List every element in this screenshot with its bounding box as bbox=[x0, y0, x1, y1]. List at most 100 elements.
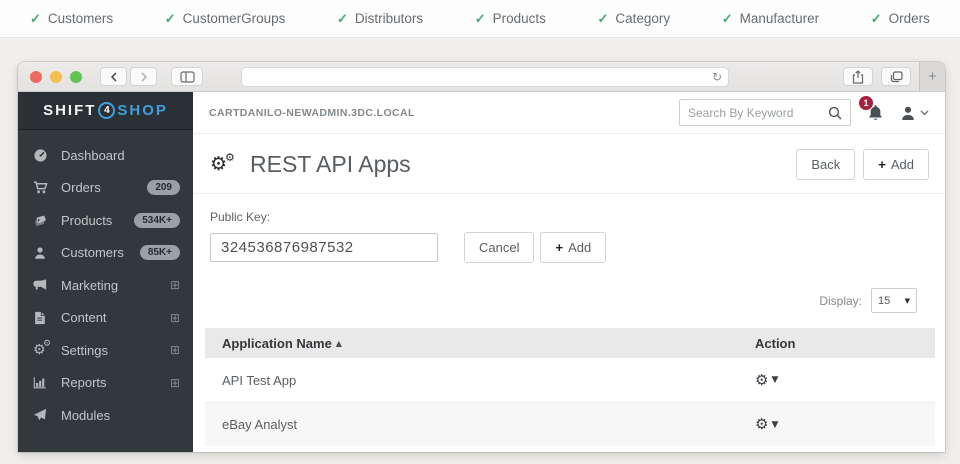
sidebar-toggle-icon bbox=[180, 71, 195, 83]
display-count-select[interactable]: 15 ▼ bbox=[871, 288, 917, 313]
logo-word-shift: SHIFT bbox=[43, 102, 96, 119]
table-row: API Test App ⚙ ▼ bbox=[205, 358, 935, 402]
minimize-button[interactable] bbox=[50, 71, 62, 83]
sidebar-item-content[interactable]: Content ⊞ bbox=[18, 302, 193, 335]
form-add-button[interactable]: +Add bbox=[540, 232, 606, 263]
sidebar-item-settings[interactable]: ⚙ ⚙ Settings ⊞ bbox=[18, 334, 193, 367]
app-name-cell: eBay Analyst bbox=[222, 417, 755, 432]
check-icon: ✓ bbox=[722, 11, 733, 27]
reload-icon[interactable]: ↻ bbox=[712, 71, 722, 83]
setup-item-manufacturer: ✓ Manufacturer bbox=[722, 11, 819, 27]
chevron-left-icon bbox=[110, 72, 118, 82]
zoom-button[interactable] bbox=[70, 71, 82, 83]
setup-item-label: CustomerGroups bbox=[183, 11, 286, 26]
column-application-name[interactable]: Application Name ▲ bbox=[222, 336, 755, 351]
sidebar-item-label: Marketing bbox=[61, 278, 170, 293]
store-domain: CARTDANILO-NEWADMIN.3DC.LOCAL bbox=[209, 107, 415, 119]
sidebar-item-label: Dashboard bbox=[61, 148, 180, 163]
gear-icon: ⚙ bbox=[755, 373, 768, 388]
setup-item-orders: ✓Orders bbox=[871, 11, 930, 27]
sidebar-item-orders[interactable]: Orders 209 bbox=[18, 172, 193, 205]
share-icon bbox=[852, 70, 864, 84]
expand-icon[interactable]: ⊞ bbox=[170, 377, 180, 389]
tags-icon bbox=[33, 213, 51, 228]
column-action: Action bbox=[755, 336, 935, 351]
expand-icon[interactable]: ⊞ bbox=[170, 279, 180, 291]
gear-icon: ⚙ bbox=[225, 152, 235, 163]
sidebar-item-label: Settings bbox=[61, 343, 170, 358]
close-button[interactable] bbox=[30, 71, 42, 83]
shift4shop-logo[interactable]: SHIFT 4 SHOP bbox=[18, 92, 193, 130]
sidebar-item-customers[interactable]: Customers 85K+ bbox=[18, 237, 193, 270]
check-icon: ✓ bbox=[597, 11, 608, 27]
admin-top-bar: CARTDANILO-NEWADMIN.3DC.LOCAL 1 bbox=[193, 92, 945, 134]
forward-nav-button[interactable] bbox=[130, 67, 157, 86]
keyword-search bbox=[679, 99, 851, 126]
person-icon bbox=[33, 246, 51, 260]
sidebar: SHIFT 4 SHOP Dashboard Orders 209 bbox=[18, 92, 193, 452]
sidebar-menu: Dashboard Orders 209 Products 534K+ bbox=[18, 130, 193, 432]
sidebar-item-reports[interactable]: Reports ⊞ bbox=[18, 367, 193, 400]
notifications-button[interactable]: 1 bbox=[867, 104, 884, 122]
browser-chrome: ↻ + bbox=[18, 62, 945, 92]
setup-item-label: Orders bbox=[889, 11, 930, 26]
rocket-icon bbox=[33, 408, 51, 422]
search-input[interactable] bbox=[688, 106, 828, 120]
user-icon bbox=[900, 105, 916, 121]
setup-item-distributors: ✓ Distributors bbox=[337, 11, 423, 27]
share-button[interactable] bbox=[843, 67, 873, 86]
setup-item-category: ✓Category bbox=[597, 11, 670, 27]
search-icon[interactable] bbox=[828, 106, 842, 120]
chrome-right-buttons bbox=[843, 67, 911, 86]
plus-icon: + bbox=[928, 68, 937, 85]
logo-word-shop: SHOP bbox=[117, 102, 168, 119]
check-icon: ✓ bbox=[337, 11, 348, 27]
setup-item-customers: ✓ Customers bbox=[30, 11, 113, 27]
tabs-overview-button[interactable] bbox=[881, 67, 911, 86]
check-icon: ✓ bbox=[30, 11, 41, 27]
account-menu-button[interactable] bbox=[900, 105, 929, 121]
sort-asc-icon: ▲ bbox=[336, 339, 342, 348]
logo-badge-4: 4 bbox=[98, 102, 115, 119]
gear-icon: ⚙ bbox=[755, 417, 768, 432]
setup-item-products: ✓Products bbox=[475, 11, 546, 27]
plus-icon: + bbox=[878, 157, 886, 172]
dashboard-icon bbox=[33, 148, 51, 163]
sidebar-item-label: Products bbox=[61, 213, 134, 228]
public-key-section: Public Key: Cancel +Add bbox=[193, 194, 945, 263]
setup-item-label: Distributors bbox=[355, 11, 423, 26]
orders-count-badge: 209 bbox=[147, 180, 180, 195]
sidebar-item-marketing[interactable]: Marketing ⊞ bbox=[18, 269, 193, 302]
chevron-down-icon bbox=[920, 110, 929, 116]
expand-icon[interactable]: ⊞ bbox=[170, 312, 180, 324]
page-title: REST API Apps bbox=[250, 151, 796, 178]
sidebar-item-modules[interactable]: Modules bbox=[18, 399, 193, 432]
back-button[interactable]: Back bbox=[796, 149, 855, 180]
address-bar[interactable]: ↻ bbox=[241, 67, 729, 87]
row-action-menu-button[interactable]: ⚙ ▼ bbox=[755, 417, 935, 432]
display-label: Display: bbox=[819, 294, 862, 308]
public-key-label: Public Key: bbox=[210, 210, 929, 224]
setup-item-customergroups: ✓CustomerGroups bbox=[165, 11, 286, 27]
browser-window: ↻ + SHIFT 4 SHOP bbox=[18, 62, 945, 452]
sidebar-item-label: Orders bbox=[61, 180, 147, 195]
new-tab-button[interactable]: + bbox=[919, 62, 945, 91]
table-header: Application Name ▲ Action bbox=[205, 328, 935, 358]
sidebar-toggle-button[interactable] bbox=[171, 67, 203, 86]
setup-item-label: Manufacturer bbox=[740, 11, 820, 26]
header-add-button[interactable]: +Add bbox=[863, 149, 929, 180]
setup-progress-bar: ✓Customers ✓CustomerGroups ✓Distributors… bbox=[0, 0, 960, 38]
setup-item-label: Customers bbox=[48, 11, 113, 26]
row-action-menu-button[interactable]: ⚙ ▼ bbox=[755, 373, 935, 388]
cart-icon bbox=[33, 180, 51, 195]
sidebar-item-dashboard[interactable]: Dashboard bbox=[18, 139, 193, 172]
main-content: CARTDANILO-NEWADMIN.3DC.LOCAL 1 ⚙ bbox=[193, 92, 945, 452]
caret-down-icon: ▼ bbox=[771, 420, 778, 430]
api-apps-table: Application Name ▲ Action API Test App ⚙… bbox=[205, 328, 935, 446]
sidebar-item-products[interactable]: Products 534K+ bbox=[18, 204, 193, 237]
expand-icon[interactable]: ⊞ bbox=[170, 344, 180, 356]
back-nav-button[interactable] bbox=[100, 67, 127, 86]
public-key-input[interactable] bbox=[210, 233, 438, 262]
cancel-button[interactable]: Cancel bbox=[464, 232, 534, 263]
rest-api-apps-icon: ⚙ ⚙ bbox=[210, 152, 240, 178]
